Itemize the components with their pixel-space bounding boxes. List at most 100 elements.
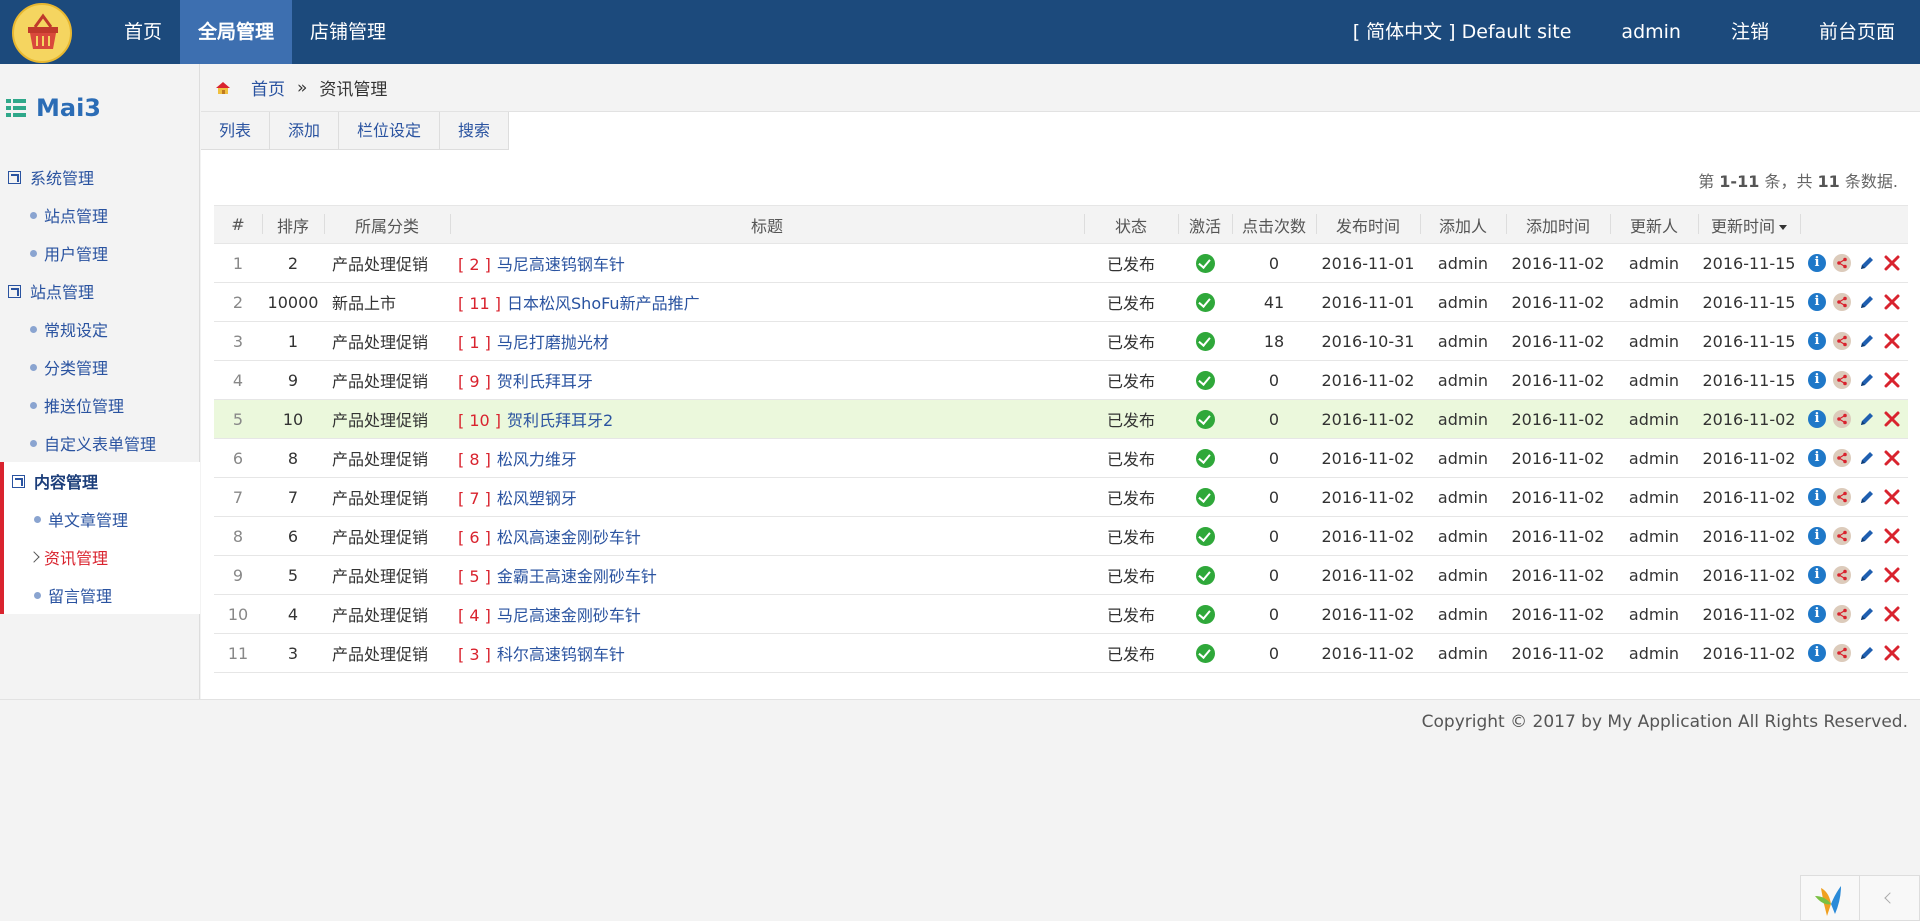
sidebar-item-single-article[interactable]: 单文章管理 — [4, 500, 200, 538]
check-circle-icon[interactable] — [1195, 293, 1215, 312]
title-link[interactable]: 松风力维牙 — [497, 450, 577, 469]
yii-logo-icon[interactable] — [1801, 876, 1861, 920]
check-circle-icon[interactable] — [1195, 371, 1215, 390]
sidebar-group-site[interactable]: 站点管理 — [0, 272, 200, 310]
delete-x-icon[interactable] — [1883, 605, 1901, 623]
tab-search[interactable]: 搜索 — [440, 112, 508, 150]
logout-link[interactable]: 注销 — [1706, 0, 1794, 64]
col-header-updater[interactable]: 更新人 — [1610, 206, 1698, 244]
delete-x-icon[interactable] — [1883, 527, 1901, 545]
edit-pencil-icon[interactable] — [1858, 293, 1876, 311]
title-link[interactable]: 贺利氏拜耳牙2 — [507, 411, 613, 430]
sidebar-item-news-management[interactable]: 资讯管理 — [4, 538, 200, 576]
share-icon[interactable] — [1833, 332, 1851, 350]
col-header-add-time[interactable]: 添加时间 — [1506, 206, 1610, 244]
info-icon[interactable]: i — [1808, 293, 1826, 311]
sidebar-item-user-management[interactable]: 用户管理 — [0, 234, 200, 272]
share-icon[interactable] — [1833, 293, 1851, 311]
edit-pencil-icon[interactable] — [1858, 527, 1876, 545]
edit-pencil-icon[interactable] — [1858, 332, 1876, 350]
col-header-clicks[interactable]: 点击次数 — [1232, 206, 1316, 244]
info-icon[interactable]: i — [1808, 488, 1826, 506]
info-icon[interactable]: i — [1808, 449, 1826, 467]
title-link[interactable]: 马尼高速金刚砂车针 — [497, 606, 641, 625]
check-circle-icon[interactable] — [1195, 488, 1215, 507]
delete-x-icon[interactable] — [1883, 566, 1901, 584]
share-icon[interactable] — [1833, 488, 1851, 506]
delete-x-icon[interactable] — [1883, 644, 1901, 662]
sidebar-group-system[interactable]: 系统管理 — [0, 158, 200, 196]
sidebar-item-custom-form[interactable]: 自定义表单管理 — [0, 424, 200, 462]
delete-x-icon[interactable] — [1883, 488, 1901, 506]
sidebar-item-push-management[interactable]: 推送位管理 — [0, 386, 200, 424]
frontend-link[interactable]: 前台页面 — [1794, 0, 1920, 64]
check-circle-icon[interactable] — [1195, 449, 1215, 468]
delete-x-icon[interactable] — [1883, 371, 1901, 389]
edit-pencil-icon[interactable] — [1858, 566, 1876, 584]
title-link[interactable]: 马尼打磨抛光材 — [497, 333, 609, 352]
check-circle-icon[interactable] — [1195, 566, 1215, 585]
col-header-active[interactable]: 激活 — [1178, 206, 1232, 244]
edit-pencil-icon[interactable] — [1858, 644, 1876, 662]
sidebar-item-category-management[interactable]: 分类管理 — [0, 348, 200, 386]
title-link[interactable]: 科尔高速钨钢车针 — [497, 645, 625, 664]
share-icon[interactable] — [1833, 605, 1851, 623]
basket-logo-icon[interactable] — [12, 3, 72, 63]
delete-x-icon[interactable] — [1883, 449, 1901, 467]
col-header-adder[interactable]: 添加人 — [1420, 206, 1506, 244]
info-icon[interactable]: i — [1808, 566, 1826, 584]
delete-x-icon[interactable] — [1883, 293, 1901, 311]
sidebar-group-content[interactable]: 内容管理 — [4, 462, 200, 500]
info-icon[interactable]: i — [1808, 371, 1826, 389]
debug-toggle-chevron-icon[interactable] — [1860, 876, 1919, 920]
edit-pencil-icon[interactable] — [1858, 254, 1876, 272]
col-header-status[interactable]: 状态 — [1084, 206, 1178, 244]
nav-global-management[interactable]: 全局管理 — [180, 0, 293, 64]
check-circle-icon[interactable] — [1195, 332, 1215, 351]
col-header-category[interactable]: 所属分类 — [324, 206, 450, 244]
share-icon[interactable] — [1833, 527, 1851, 545]
check-circle-icon[interactable] — [1195, 644, 1215, 663]
edit-pencil-icon[interactable] — [1858, 488, 1876, 506]
share-icon[interactable] — [1833, 644, 1851, 662]
sidebar-item-message-management[interactable]: 留言管理 — [4, 576, 200, 614]
share-icon[interactable] — [1833, 449, 1851, 467]
col-header-title[interactable]: 标题 — [450, 206, 1084, 244]
info-icon[interactable]: i — [1808, 410, 1826, 428]
check-circle-icon[interactable] — [1195, 254, 1215, 273]
share-icon[interactable] — [1833, 410, 1851, 428]
delete-x-icon[interactable] — [1883, 254, 1901, 272]
delete-x-icon[interactable] — [1883, 410, 1901, 428]
delete-x-icon[interactable] — [1883, 332, 1901, 350]
share-icon[interactable] — [1833, 371, 1851, 389]
title-link[interactable]: 金霸王高速金刚砂车针 — [497, 567, 657, 586]
title-link[interactable]: 松风塑钢牙 — [497, 489, 577, 508]
share-icon[interactable] — [1833, 566, 1851, 584]
breadcrumb-home[interactable]: 首页 — [251, 75, 285, 100]
check-circle-icon[interactable] — [1195, 410, 1215, 429]
title-link[interactable]: 日本松风ShoFu新产品推广 — [507, 294, 700, 313]
title-link[interactable]: 松风高速金刚砂车针 — [497, 528, 641, 547]
edit-pencil-icon[interactable] — [1858, 371, 1876, 389]
user-menu[interactable]: admin — [1596, 0, 1706, 64]
info-icon[interactable]: i — [1808, 644, 1826, 662]
title-link[interactable]: 贺利氏拜耳牙 — [497, 372, 593, 391]
sidebar-item-general-settings[interactable]: 常规设定 — [0, 310, 200, 348]
tab-field-settings[interactable]: 栏位设定 — [339, 112, 441, 150]
edit-pencil-icon[interactable] — [1858, 605, 1876, 623]
nav-home[interactable]: 首页 — [106, 0, 180, 64]
col-header-update-time[interactable]: 更新时间 — [1698, 206, 1800, 244]
tab-add[interactable]: 添加 — [270, 112, 340, 150]
check-circle-icon[interactable] — [1195, 605, 1215, 624]
edit-pencil-icon[interactable] — [1858, 449, 1876, 467]
col-header-sort[interactable]: 排序 — [262, 206, 324, 244]
language-selector[interactable]: [ 简体中文 ] Default site — [1328, 0, 1597, 64]
edit-pencil-icon[interactable] — [1858, 410, 1876, 428]
info-icon[interactable]: i — [1808, 254, 1826, 272]
share-icon[interactable] — [1833, 254, 1851, 272]
info-icon[interactable]: i — [1808, 332, 1826, 350]
col-header-publish-time[interactable]: 发布时间 — [1316, 206, 1420, 244]
nav-store-management[interactable]: 店铺管理 — [292, 0, 404, 64]
title-link[interactable]: 马尼高速钨钢车针 — [497, 255, 625, 274]
info-icon[interactable]: i — [1808, 605, 1826, 623]
